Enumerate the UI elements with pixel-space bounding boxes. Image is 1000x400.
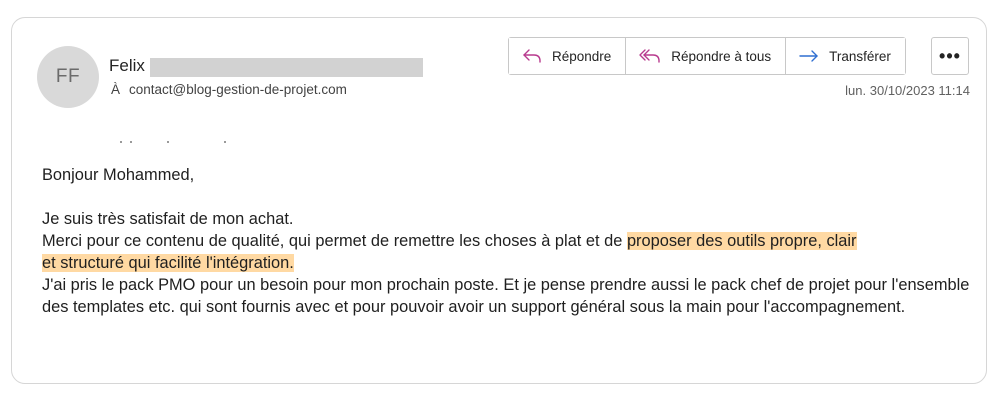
- forward-label: Transférer: [829, 48, 891, 64]
- reply-all-label: Répondre à tous: [671, 48, 772, 64]
- reply-arrow-icon: [523, 49, 541, 63]
- highlighted-text-a: proposer des outils propre, clair: [626, 232, 857, 250]
- thanks-text: Merci pour ce contenu de qualité, qui pe…: [42, 232, 627, 250]
- sender-name[interactable]: Felix: [109, 56, 145, 76]
- recipient-address[interactable]: contact@blog-gestion-de-projet.com: [129, 82, 347, 97]
- forward-arrow-icon: [799, 50, 818, 62]
- to-prefix: À: [111, 82, 121, 97]
- forward-button[interactable]: Transférer: [786, 38, 905, 74]
- greeting: Bonjour Mohammed,: [42, 166, 195, 184]
- highlighted-text-b: et structuré qui facilité l'intégration.: [42, 254, 294, 272]
- reply-all-button[interactable]: Répondre à tous: [626, 38, 787, 74]
- sent-timestamp: lun. 30/10/2023 11:14: [845, 83, 970, 98]
- avatar: FF: [37, 46, 99, 108]
- redacted-sender-surname: [150, 58, 423, 77]
- body-line-satisfaction: Je suis très satisfait de mon achat.: [42, 210, 294, 228]
- body-paragraph-thanks: Merci pour ce contenu de qualité, qui pe…: [42, 230, 972, 274]
- reply-button[interactable]: Répondre: [509, 38, 627, 74]
- avatar-initials: FF: [55, 66, 81, 87]
- reply-all-arrow-icon: [639, 49, 660, 63]
- action-button-group: Répondre Répondre à tous Transférer: [508, 37, 906, 75]
- more-dots-icon: •••: [939, 45, 961, 66]
- recipient-line: Àcontact@blog-gestion-de-projet.com: [111, 82, 347, 97]
- reply-label: Répondre: [552, 48, 612, 64]
- body-paragraph-pack: J'ai pris le pack PMO pour un besoin pou…: [42, 276, 970, 316]
- text-fragment-specks: [120, 141, 240, 145]
- more-actions-button[interactable]: •••: [931, 37, 969, 75]
- message-body: Bonjour Mohammed, Je suis très satisfait…: [42, 164, 972, 318]
